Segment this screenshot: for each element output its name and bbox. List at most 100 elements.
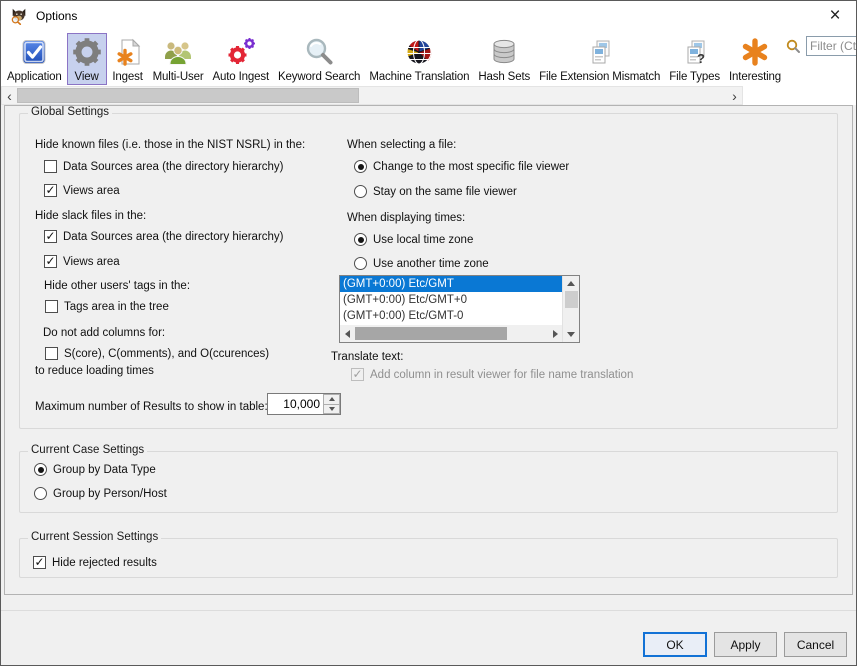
auto-ingest-icon [225,36,257,68]
current-case-settings-title: Current Case Settings [28,444,147,456]
options-dialog: Options × Application View [0,0,857,666]
time-zone-item[interactable]: (GMT+0:00) Etc/GMT [340,276,562,292]
cancel-button[interactable]: Cancel [784,632,847,657]
group-by-data-type-radio[interactable] [34,463,47,476]
time-zone-item[interactable]: (GMT+0:00) Etc/GMT+0 [340,292,562,308]
view-options-panel: Global Settings Hide known files (i.e. t… [4,105,853,595]
toolbar-item-label: Application [7,71,62,83]
hide-rejected-results-checkbox[interactable] [33,556,46,569]
hide-slack-files-label: Hide slack files in the: [35,210,146,222]
multi-user-icon [162,36,194,68]
max-results-input[interactable] [268,394,323,414]
svg-text:?: ? [697,51,705,66]
group-by-person-host-radio[interactable] [34,487,47,500]
hide-tags-label: Hide other users' tags in the: [44,280,190,292]
toolbar-item-ingest[interactable]: Ingest [108,33,148,85]
max-results-label: Maximum number of Results to show in tab… [35,401,268,413]
same-viewer-radio[interactable] [354,185,367,198]
hide-known-files-label: Hide known files (i.e. those in the NIST… [35,139,305,151]
max-results-spinner [267,393,341,415]
global-settings-title: Global Settings [28,106,112,118]
scroll-up-icon[interactable] [563,276,579,291]
scroll-left-icon[interactable]: ‹ [2,88,17,104]
filter-input[interactable] [806,36,857,56]
toolbar-item-multi-user[interactable]: Multi-User [149,33,208,85]
autopsy-dog-icon [10,7,28,25]
most-specific-viewer-radio[interactable] [354,160,367,173]
time-zone-item[interactable]: (GMT+0:00) Etc/GMT-0 [340,308,562,324]
toolbar-item-label: File Types [669,71,720,83]
keyword-search-icon [303,36,335,68]
views-known-checkbox[interactable] [44,184,57,197]
view-gear-icon [71,36,103,68]
toolbar-scrollbar[interactable]: ‹ › [1,86,743,105]
another-time-zone-radio[interactable] [354,257,367,270]
translate-text-label: Translate text: [331,351,403,363]
translate-column-checkbox [351,368,364,381]
file-types-icon: ? [679,36,711,68]
columns-label: Do not add columns for: [43,327,165,339]
tags-area-checkbox[interactable] [45,300,58,313]
toolbar-item-application[interactable]: Application [3,33,66,85]
views-slack-checkbox[interactable] [44,255,57,268]
radio-label: Group by Person/Host [53,488,167,500]
radio-label: Group by Data Type [53,464,156,476]
toolbar-item-hash-sets[interactable]: Hash Sets [474,33,534,85]
application-icon [18,36,50,68]
filter-search-icon [786,39,801,54]
toolbar-item-label: Hash Sets [478,71,530,83]
spinner-up-button[interactable] [323,394,340,405]
apply-button[interactable]: Apply [714,632,777,657]
close-icon[interactable]: × [814,1,856,30]
sco-columns-checkbox[interactable] [45,347,58,360]
scroll-left-icon[interactable] [340,330,354,338]
toolbar-item-label: Interesting [729,71,781,83]
current-case-settings-group: Current Case Settings Group by Data Type… [19,451,838,513]
machine-translation-icon [403,36,435,68]
toolbar-item-machine-translation[interactable]: Machine Translation [365,33,473,85]
scroll-down-icon[interactable] [563,327,579,342]
window-title: Options [36,9,77,23]
scroll-right-icon[interactable]: › [727,88,742,104]
toolbar-item-file-types[interactable]: ? File Types [665,33,724,85]
scrollbar-thumb[interactable] [355,327,507,340]
toolbar-item-keyword-search[interactable]: Keyword Search [274,33,364,85]
ingest-icon [112,36,144,68]
columns-note-label: to reduce loading times [35,365,154,377]
time-zone-list: (GMT+0:00) Etc/GMT (GMT+0:00) Etc/GMT+0 … [339,275,580,343]
radio-label: Change to the most specific file viewer [373,161,569,173]
interesting-asterisk-icon [739,36,771,68]
toolbar-item-auto-ingest[interactable]: Auto Ingest [209,33,274,85]
scrollbar-thumb[interactable] [17,88,359,103]
toolbar-item-view[interactable]: View [67,33,107,85]
local-time-zone-radio[interactable] [354,233,367,246]
checkbox-label: Add column in result viewer for file nam… [370,369,633,381]
time-zone-vscrollbar[interactable] [562,276,579,342]
time-zone-hscrollbar[interactable] [340,325,562,342]
toolbar-item-label: Auto Ingest [213,71,270,83]
toolbar-item-interesting[interactable]: Interesting [725,33,785,85]
data-sources-slack-checkbox[interactable] [44,230,57,243]
scrollbar-thumb[interactable] [565,291,578,308]
toolbar-item-label: Machine Translation [369,71,469,83]
checkbox-label: Views area [63,256,120,268]
options-toolbar: Application View Ingest [1,31,856,86]
checkbox-label: Data Sources area (the directory hierarc… [63,161,284,173]
ok-button[interactable]: OK [643,632,707,657]
checkbox-label: Hide rejected results [52,557,157,569]
toolbar-item-label: File Extension Mismatch [539,71,660,83]
toolbar-item-label: Keyword Search [278,71,360,83]
global-settings-group: Global Settings Hide known files (i.e. t… [19,113,838,429]
toolbar-item-label: Ingest [112,71,142,83]
when-selecting-label: When selecting a file: [347,139,456,151]
toolbar-item-label: Multi-User [153,71,204,83]
button-separator [1,610,856,611]
current-session-settings-group: Current Session Settings Hide rejected r… [19,538,838,578]
file-extension-mismatch-icon [584,36,616,68]
scroll-right-icon[interactable] [548,330,562,338]
radio-label: Stay on the same file viewer [373,186,517,198]
data-sources-known-checkbox[interactable] [44,160,57,173]
toolbar-item-file-extension-mismatch[interactable]: File Extension Mismatch [535,33,664,85]
title-bar: Options × [1,1,856,31]
spinner-down-button[interactable] [323,405,340,415]
